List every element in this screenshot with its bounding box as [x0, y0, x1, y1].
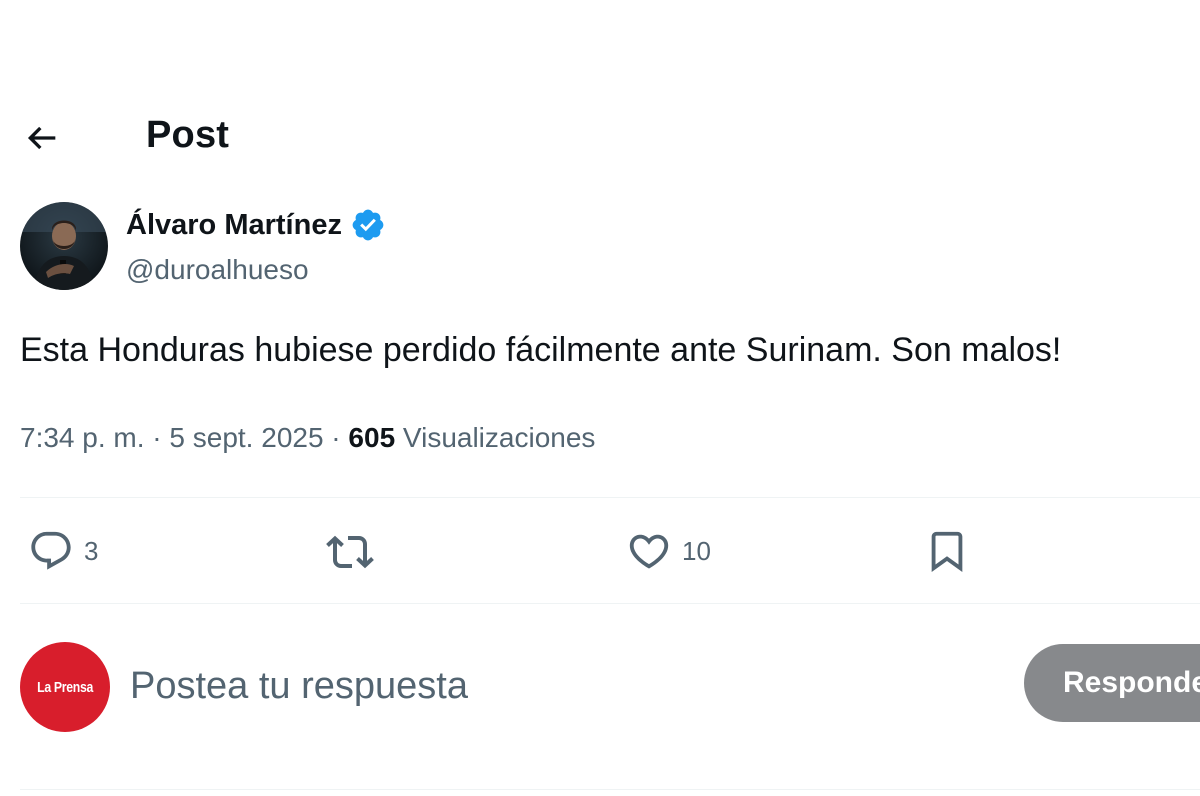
divider	[20, 603, 1200, 604]
meta-separator: ·	[323, 422, 349, 453]
page-title: Post	[146, 114, 230, 156]
divider	[20, 497, 1200, 498]
post-actions: 3 10	[20, 500, 1200, 602]
reply-composer: La Prensa Responder	[20, 640, 1200, 736]
post-date[interactable]: 5 sept. 2025	[169, 422, 323, 453]
reply-button[interactable]: 3	[28, 528, 98, 574]
post-time[interactable]: 7:34 p. m.	[20, 422, 145, 453]
like-button[interactable]: 10	[626, 528, 711, 574]
author-name-link[interactable]: Álvaro Martínez	[126, 206, 386, 244]
author-handle[interactable]: @duroalhueso	[126, 252, 309, 288]
repost-button[interactable]	[326, 528, 384, 576]
heart-icon	[629, 534, 669, 569]
back-button[interactable]	[20, 116, 64, 160]
avatar[interactable]: La Prensa	[20, 642, 110, 732]
reply-count: 3	[84, 535, 99, 566]
meta-separator: ·	[144, 422, 170, 453]
post-text: Esta Honduras hubiese perdido fácilmente…	[20, 331, 1062, 369]
bookmark-button[interactable]	[924, 528, 970, 574]
post-meta: 7:34 p. m. · 5 sept. 2025 · 605 Visualiz…	[20, 418, 595, 458]
reply-icon	[31, 531, 71, 570]
page-header: Post	[0, 100, 1200, 176]
author-name: Álvaro Martínez	[126, 209, 342, 241]
views-count: 605	[348, 422, 396, 453]
post-author: Álvaro Martínez @duroalhueso	[20, 202, 1120, 292]
avatar-logo-text: La Prensa	[37, 678, 93, 696]
avatar[interactable]	[20, 202, 108, 290]
reply-submit-button[interactable]: Responder	[1024, 644, 1200, 722]
post-detail-page: Post Álvaro Martínez @duroalhueso Esta H…	[0, 0, 1200, 796]
divider	[20, 789, 1200, 790]
verified-badge-icon	[350, 207, 386, 243]
views-label: Visualizaciones	[402, 422, 596, 453]
bookmark-icon	[931, 531, 963, 572]
repost-icon	[326, 535, 374, 569]
author-photo	[20, 202, 108, 290]
reply-input[interactable]	[130, 658, 990, 714]
arrow-left-icon	[27, 126, 56, 150]
like-count: 10	[682, 535, 711, 566]
